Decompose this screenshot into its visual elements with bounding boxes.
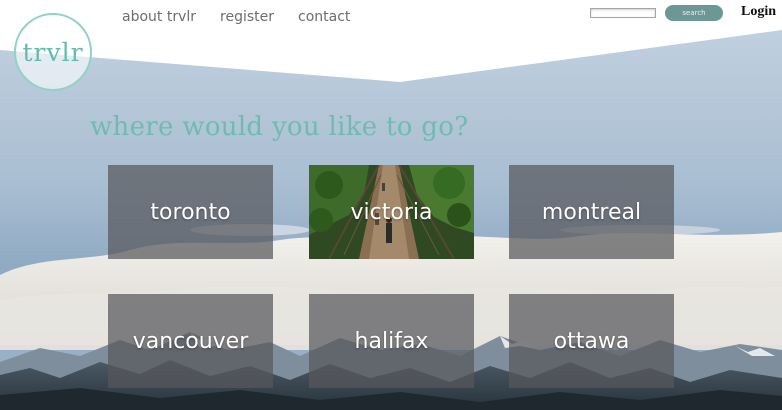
nav-contact[interactable]: contact [298,9,350,25]
city-tile-vancouver[interactable]: vancouver [108,294,273,388]
city-label: montreal [541,199,642,225]
city-label: ottawa [553,328,630,354]
city-tile-halifax[interactable]: halifax [309,294,474,388]
city-label: vancouver [132,328,249,354]
search-input[interactable] [590,8,656,18]
nav-about[interactable]: about trvlr [122,9,196,25]
city-tile-victoria[interactable]: victoria [309,165,474,259]
city-label: victoria [350,199,433,225]
trvlr-logo[interactable]: trvlr [14,13,92,91]
login-link[interactable]: Login [741,4,776,20]
nav-register[interactable]: register [220,9,274,25]
main-nav: about trvlr register contact [122,9,350,25]
search-button[interactable]: search [665,5,723,21]
city-tile-toronto[interactable]: toronto [108,165,273,259]
city-label: toronto [150,199,231,225]
city-label: halifax [354,328,429,354]
city-tile-montreal[interactable]: montreal [509,165,674,259]
logo-text: trvlr [22,37,84,67]
page-headline: where would you like to go? [90,112,469,142]
city-tile-ottawa[interactable]: ottawa [509,294,674,388]
